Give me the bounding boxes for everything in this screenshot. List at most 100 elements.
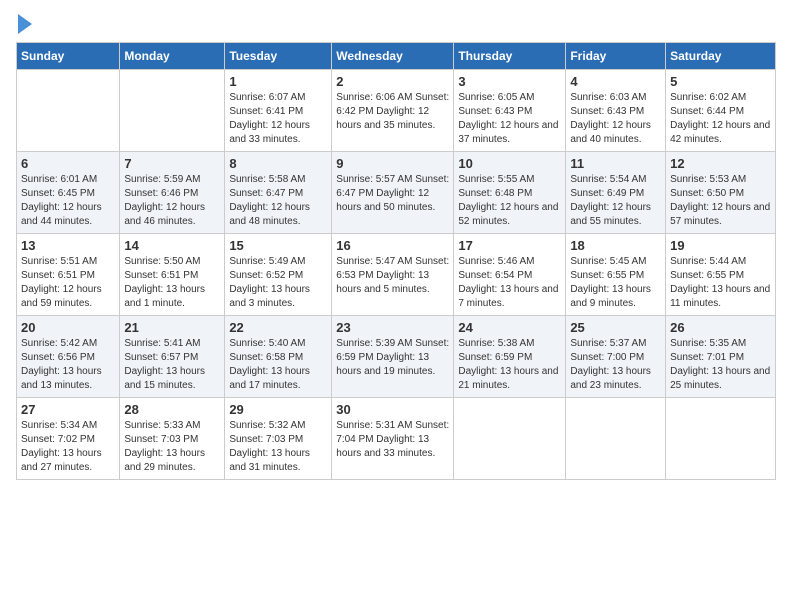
day-number: 8 — [229, 156, 327, 171]
day-number: 28 — [124, 402, 220, 417]
day-info: Sunrise: 5:39 AM Sunset: 6:59 PM Dayligh… — [336, 337, 449, 379]
day-number: 16 — [336, 238, 449, 253]
day-info: Sunrise: 5:32 AM Sunset: 7:03 PM Dayligh… — [229, 419, 327, 475]
column-header-sunday: Sunday — [17, 43, 120, 70]
calendar-cell: 23 Sunrise: 5:39 AM Sunset: 6:59 PM Dayli… — [332, 316, 454, 398]
day-number: 17 — [458, 238, 561, 253]
calendar-cell: 27 Sunrise: 5:34 AM Sunset: 7:02 PM Dayli… — [17, 398, 120, 480]
calendar-cell: 24 Sunrise: 5:38 AM Sunset: 6:59 PM Dayli… — [454, 316, 566, 398]
day-info: Sunrise: 5:34 AM Sunset: 7:02 PM Dayligh… — [21, 419, 115, 475]
day-number: 6 — [21, 156, 115, 171]
day-number: 15 — [229, 238, 327, 253]
day-number: 11 — [570, 156, 661, 171]
calendar-cell — [120, 70, 225, 152]
day-number: 23 — [336, 320, 449, 335]
day-info: Sunrise: 5:37 AM Sunset: 7:00 PM Dayligh… — [570, 337, 661, 393]
calendar-cell — [666, 398, 776, 480]
calendar-table: SundayMondayTuesdayWednesdayThursdayFrid… — [16, 42, 776, 480]
calendar-cell: 20Sunrise: 5:42 AM Sunset: 6:56 PM Dayli… — [17, 316, 120, 398]
day-info: Sunrise: 5:35 AM Sunset: 7:01 PM Dayligh… — [670, 337, 771, 393]
calendar-week-row: 13 Sunrise: 5:51 AM Sunset: 6:51 PM Dayli… — [17, 234, 776, 316]
day-info: Sunrise: 6:02 AM Sunset: 6:44 PM Dayligh… — [670, 91, 771, 147]
calendar-cell: 22 Sunrise: 5:40 AM Sunset: 6:58 PM Dayli… — [225, 316, 332, 398]
calendar-cell: 12Sunrise: 5:53 AM Sunset: 6:50 PM Dayli… — [666, 152, 776, 234]
day-number: 3 — [458, 74, 561, 89]
day-number: 25 — [570, 320, 661, 335]
day-info: Sunrise: 5:50 AM Sunset: 6:51 PM Dayligh… — [124, 255, 220, 311]
day-info: Sunrise: 5:57 AM Sunset: 6:47 PM Dayligh… — [336, 173, 449, 215]
column-header-thursday: Thursday — [454, 43, 566, 70]
day-number: 29 — [229, 402, 327, 417]
day-number: 27 — [21, 402, 115, 417]
calendar-cell: 16 Sunrise: 5:47 AM Sunset: 6:53 PM Dayli… — [332, 234, 454, 316]
calendar-cell: 21 Sunrise: 5:41 AM Sunset: 6:57 PM Dayli… — [120, 316, 225, 398]
day-info: Sunrise: 5:54 AM Sunset: 6:49 PM Dayligh… — [570, 173, 661, 229]
logo — [16, 16, 34, 34]
day-number: 7 — [124, 156, 220, 171]
day-number: 21 — [124, 320, 220, 335]
day-number: 14 — [124, 238, 220, 253]
column-header-friday: Friday — [566, 43, 666, 70]
calendar-cell: 2 Sunrise: 6:06 AM Sunset: 6:42 PM Daylig… — [332, 70, 454, 152]
calendar-cell: 13 Sunrise: 5:51 AM Sunset: 6:51 PM Dayli… — [17, 234, 120, 316]
day-info: Sunrise: 5:44 AM Sunset: 6:55 PM Dayligh… — [670, 255, 771, 311]
column-header-saturday: Saturday — [666, 43, 776, 70]
day-number: 4 — [570, 74, 661, 89]
day-number: 24 — [458, 320, 561, 335]
calendar-cell: 9Sunrise: 5:57 AM Sunset: 6:47 PM Daylig… — [332, 152, 454, 234]
day-info: Sunrise: 6:05 AM Sunset: 6:43 PM Dayligh… — [458, 91, 561, 147]
column-header-tuesday: Tuesday — [225, 43, 332, 70]
day-info: Sunrise: 5:42 AM Sunset: 6:56 PM Dayligh… — [21, 337, 115, 393]
day-info: Sunrise: 5:47 AM Sunset: 6:53 PM Dayligh… — [336, 255, 449, 297]
calendar-cell: 1 Sunrise: 6:07 AM Sunset: 6:41 PM Daylig… — [225, 70, 332, 152]
calendar-cell: 26 Sunrise: 5:35 AM Sunset: 7:01 PM Dayli… — [666, 316, 776, 398]
day-info: Sunrise: 5:41 AM Sunset: 6:57 PM Dayligh… — [124, 337, 220, 393]
calendar-cell: 6 Sunrise: 6:01 AM Sunset: 6:45 PM Daylig… — [17, 152, 120, 234]
day-number: 13 — [21, 238, 115, 253]
day-info: Sunrise: 5:51 AM Sunset: 6:51 PM Dayligh… — [21, 255, 115, 311]
day-info: Sunrise: 5:58 AM Sunset: 6:47 PM Dayligh… — [229, 173, 327, 229]
calendar-cell: 19 Sunrise: 5:44 AM Sunset: 6:55 PM Dayli… — [666, 234, 776, 316]
day-info: Sunrise: 6:07 AM Sunset: 6:41 PM Dayligh… — [229, 91, 327, 147]
logo-arrow-icon — [18, 14, 32, 34]
day-number: 2 — [336, 74, 449, 89]
calendar-cell: 7Sunrise: 5:59 AM Sunset: 6:46 PM Daylig… — [120, 152, 225, 234]
day-number: 18 — [570, 238, 661, 253]
calendar-cell: 10 Sunrise: 5:55 AM Sunset: 6:48 PM Dayli… — [454, 152, 566, 234]
day-info: Sunrise: 5:53 AM Sunset: 6:50 PM Dayligh… — [670, 173, 771, 229]
day-info: Sunrise: 6:01 AM Sunset: 6:45 PM Dayligh… — [21, 173, 115, 229]
calendar-week-row: 1 Sunrise: 6:07 AM Sunset: 6:41 PM Daylig… — [17, 70, 776, 152]
day-info: Sunrise: 5:38 AM Sunset: 6:59 PM Dayligh… — [458, 337, 561, 393]
calendar-cell: 30 Sunrise: 5:31 AM Sunset: 7:04 PM Dayli… — [332, 398, 454, 480]
calendar-cell: 18 Sunrise: 5:45 AM Sunset: 6:55 PM Dayli… — [566, 234, 666, 316]
day-number: 19 — [670, 238, 771, 253]
column-header-monday: Monday — [120, 43, 225, 70]
calendar-cell: 15Sunrise: 5:49 AM Sunset: 6:52 PM Dayli… — [225, 234, 332, 316]
day-info: Sunrise: 5:31 AM Sunset: 7:04 PM Dayligh… — [336, 419, 449, 461]
day-info: Sunrise: 5:55 AM Sunset: 6:48 PM Dayligh… — [458, 173, 561, 229]
day-info: Sunrise: 5:33 AM Sunset: 7:03 PM Dayligh… — [124, 419, 220, 475]
day-number: 10 — [458, 156, 561, 171]
day-number: 5 — [670, 74, 771, 89]
day-info: Sunrise: 5:46 AM Sunset: 6:54 PM Dayligh… — [458, 255, 561, 311]
calendar-cell: 11 Sunrise: 5:54 AM Sunset: 6:49 PM Dayli… — [566, 152, 666, 234]
calendar-cell: 4 Sunrise: 6:03 AM Sunset: 6:43 PM Daylig… — [566, 70, 666, 152]
calendar-cell — [454, 398, 566, 480]
calendar-header-row: SundayMondayTuesdayWednesdayThursdayFrid… — [17, 43, 776, 70]
day-info: Sunrise: 5:40 AM Sunset: 6:58 PM Dayligh… — [229, 337, 327, 393]
day-number: 30 — [336, 402, 449, 417]
day-info: Sunrise: 6:06 AM Sunset: 6:42 PM Dayligh… — [336, 91, 449, 133]
day-number: 22 — [229, 320, 327, 335]
calendar-cell: 29 Sunrise: 5:32 AM Sunset: 7:03 PM Dayli… — [225, 398, 332, 480]
calendar-cell: 8 Sunrise: 5:58 AM Sunset: 6:47 PM Daylig… — [225, 152, 332, 234]
calendar-cell: 3 Sunrise: 6:05 AM Sunset: 6:43 PM Daylig… — [454, 70, 566, 152]
calendar-cell — [17, 70, 120, 152]
calendar-week-row: 6 Sunrise: 6:01 AM Sunset: 6:45 PM Daylig… — [17, 152, 776, 234]
day-info: Sunrise: 5:45 AM Sunset: 6:55 PM Dayligh… — [570, 255, 661, 311]
day-number: 26 — [670, 320, 771, 335]
calendar-cell: 5 Sunrise: 6:02 AM Sunset: 6:44 PM Daylig… — [666, 70, 776, 152]
calendar-cell: 28 Sunrise: 5:33 AM Sunset: 7:03 PM Dayli… — [120, 398, 225, 480]
calendar-week-row: 20Sunrise: 5:42 AM Sunset: 6:56 PM Dayli… — [17, 316, 776, 398]
day-info: Sunrise: 6:03 AM Sunset: 6:43 PM Dayligh… — [570, 91, 661, 147]
day-number: 1 — [229, 74, 327, 89]
